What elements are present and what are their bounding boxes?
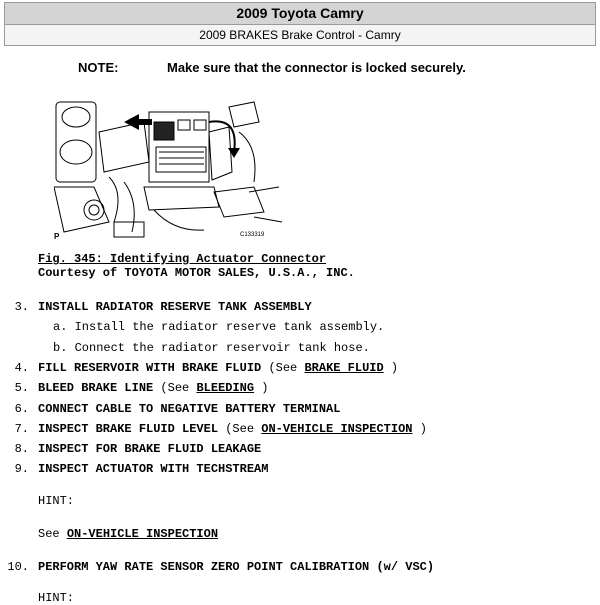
see-prefix: (See (225, 422, 262, 436)
step-number: 4. (14, 361, 29, 375)
substep-a: a. Install the radiator reserve tank ass… (53, 320, 385, 334)
document-subtitle: 2009 BRAKES Brake Control - Camry (4, 24, 596, 46)
step-number: 9. (14, 462, 29, 476)
see-suffix: ) (261, 381, 269, 395)
see-suffix: ) (419, 422, 427, 436)
step-number: 8. (14, 442, 29, 456)
figure-caption: Fig. 345: Identifying Actuator Connector (38, 252, 327, 266)
step-text: CONNECT CABLE TO NEGATIVE BATTERY TERMIN… (38, 402, 341, 416)
actuator-connector-figure: P C133319 (53, 92, 284, 242)
note-text: Make sure that the connector is locked s… (167, 60, 466, 75)
step-6: 6. CONNECT CABLE TO NEGATIVE BATTERY TER… (0, 402, 341, 416)
on-vehicle-inspection-link[interactable]: ON-VEHICLE INSPECTION (261, 422, 412, 436)
document-title: 2009 Toyota Camry (4, 2, 596, 25)
step-number: 3. (14, 300, 29, 314)
step-text-wrap: FILL RESERVOIR WITH BRAKE FLUID (See BRA… (38, 361, 398, 375)
step-text: INSTALL RADIATOR RESERVE TANK ASSEMBLY (38, 300, 312, 314)
see-prefix: (See (160, 381, 197, 395)
see-prefix: See (38, 527, 67, 541)
step-text: FILL RESERVOIR WITH BRAKE FLUID (38, 361, 262, 375)
note-label: NOTE: (78, 60, 119, 75)
step-7: 7. INSPECT BRAKE FLUID LEVEL (See ON-VEH… (0, 422, 427, 436)
step-number: 7. (14, 422, 29, 436)
substep-b: b. Connect the radiator reservoir tank h… (53, 341, 370, 355)
bleeding-link[interactable]: BLEEDING (196, 381, 254, 395)
engine-bay-illustration: P C133319 (53, 101, 283, 241)
hint-label-2: HINT: (38, 591, 75, 605)
step-3: 3. INSTALL RADIATOR RESERVE TANK ASSEMBL… (0, 300, 312, 314)
step-text-wrap: BLEED BRAKE LINE (See BLEEDING ) (38, 381, 268, 395)
step-number: 5. (14, 381, 29, 395)
step-8: 8. INSPECT FOR BRAKE FLUID LEAKAGE (0, 442, 262, 456)
step-text-wrap: INSPECT BRAKE FLUID LEVEL (See ON-VEHICL… (38, 422, 427, 436)
figure-courtesy: Courtesy of TOYOTA MOTOR SALES, U.S.A., … (38, 266, 355, 280)
step-4: 4. FILL RESERVOIR WITH BRAKE FLUID (See … (0, 361, 399, 375)
step-10: 10. PERFORM YAW RATE SENSOR ZERO POINT C… (0, 560, 434, 574)
step-number: 10. (7, 560, 29, 574)
step-text: BLEED BRAKE LINE (38, 381, 154, 395)
on-vehicle-inspection-link-2[interactable]: ON-VEHICLE INSPECTION (67, 527, 218, 541)
step-5: 5. BLEED BRAKE LINE (See BLEEDING ) (0, 381, 269, 395)
step-text: PERFORM YAW RATE SENSOR ZERO POINT CALIB… (38, 560, 435, 574)
step-text: INSPECT FOR BRAKE FLUID LEAKAGE (38, 442, 262, 456)
step-text: INSPECT ACTUATOR WITH TECHSTREAM (38, 462, 269, 476)
see-line: See ON-VEHICLE INSPECTION (38, 527, 218, 541)
step-number: 6. (14, 402, 29, 416)
see-suffix: ) (390, 361, 399, 375)
arrow-icon (124, 114, 152, 130)
step-9: 9. INSPECT ACTUATOR WITH TECHSTREAM (0, 462, 269, 476)
hint-label: HINT: (38, 494, 75, 508)
see-prefix: (See (268, 361, 305, 375)
figure-code: C133319 (240, 232, 265, 238)
brake-fluid-link[interactable]: BRAKE FLUID (304, 361, 383, 375)
figure-corner-label: P (54, 232, 60, 241)
step-text: INSPECT BRAKE FLUID LEVEL (38, 422, 219, 436)
